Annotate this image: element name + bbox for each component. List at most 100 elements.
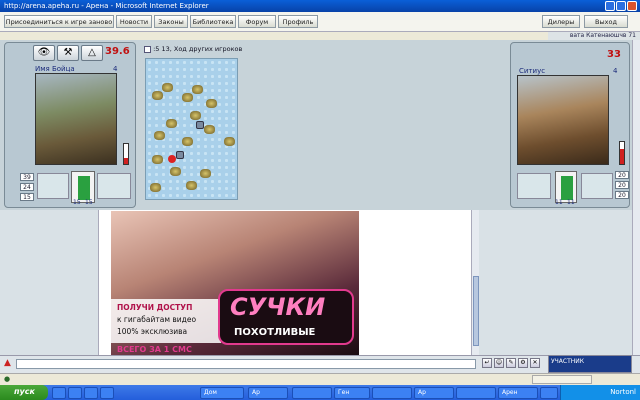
left-stat-3: 15	[20, 193, 34, 201]
nav-laws[interactable]: Законы	[154, 15, 188, 28]
chat-smile-icon[interactable]: ☺	[494, 358, 504, 368]
right-stat-3: 20	[615, 191, 629, 199]
board-icon[interactable]	[144, 45, 151, 53]
right-player-level: 4	[613, 67, 618, 75]
right-player-name[interactable]: Ситиус	[519, 67, 545, 75]
close-icon[interactable]	[627, 1, 637, 11]
nav-exit[interactable]: Выход	[584, 15, 628, 28]
rock	[182, 93, 193, 102]
site-nav: Присоединиться к игре заново Новости Зак…	[0, 12, 640, 32]
taskbar-item[interactable]: Арен	[498, 387, 538, 399]
rock	[152, 155, 163, 164]
rock	[186, 181, 197, 190]
rock	[182, 137, 193, 146]
right-stat-2: 20	[615, 181, 629, 189]
nav-rejoin[interactable]: Присоединиться к игре заново	[4, 15, 114, 28]
left-bottom-num-2: 15	[85, 199, 93, 206]
right-bottom-num-2: 11	[567, 199, 575, 206]
rock	[206, 99, 217, 108]
battle-board[interactable]	[145, 58, 238, 200]
bell-icon[interactable]: △	[81, 45, 103, 61]
ie-page-icon: ●	[4, 375, 11, 383]
left-player-level: 4	[113, 65, 118, 73]
board-header: :5 13, Ход других игроков	[144, 45, 304, 55]
tools-icon[interactable]: ⚒	[57, 45, 79, 61]
ad-bottom: ВСЕГО ЗА 1 СМС	[117, 345, 192, 354]
ad-line-2: к гигабайтам видео	[117, 315, 197, 324]
ad-logo[interactable]: СУЧКИ ПОХОТЛИВЫЕ	[218, 289, 354, 345]
right-hero-portrait	[517, 75, 609, 165]
maximize-icon[interactable]	[616, 1, 626, 11]
taskbar-item[interactable]	[68, 387, 82, 399]
rock	[224, 137, 235, 146]
nav-forum[interactable]: Форум	[238, 15, 276, 28]
rock	[192, 85, 203, 94]
left-stat-1: 39	[20, 173, 34, 181]
ad-logo-main: СУЧКИ	[230, 293, 326, 321]
taskbar-item[interactable]: Дом	[200, 387, 244, 399]
tray-text: Nortonl	[610, 388, 636, 396]
page-scrollbar[interactable]	[632, 40, 640, 355]
zone-indicator	[532, 375, 592, 384]
status-bar: ●	[0, 373, 640, 385]
minimize-icon[interactable]	[605, 1, 615, 11]
taskbar-item[interactable]: Ген	[334, 387, 370, 399]
user-line: вата Катенаюшчв 71	[548, 32, 640, 40]
left-stat-2: 24	[20, 183, 34, 191]
taskbar-item[interactable]	[100, 387, 114, 399]
left-bottom-num-1: 15	[73, 199, 81, 206]
unit-token[interactable]	[196, 121, 204, 129]
right-stat-1: 20	[615, 171, 629, 179]
left-player-name[interactable]: Имя Бойца	[35, 65, 75, 73]
chat-tool-icon[interactable]: ✎	[506, 358, 516, 368]
left-hp-bar	[123, 143, 129, 165]
right-score: 33	[607, 49, 621, 60]
chat-icon[interactable]: ▲	[4, 358, 13, 368]
window-titlebar: http://arena.apeha.ru - Арена - Microsof…	[0, 0, 640, 12]
rock	[200, 169, 211, 178]
eye-icon[interactable]: 👁	[33, 45, 55, 61]
unit-token-enemy[interactable]	[168, 155, 176, 163]
right-weapon-slot-1[interactable]	[517, 173, 551, 199]
system-tray: Nortonl	[560, 385, 640, 400]
ad-line-3: 100% эксклюзива	[117, 327, 188, 336]
taskbar-item[interactable]	[52, 387, 66, 399]
weapon-slot-axe[interactable]	[97, 173, 131, 199]
frame-scrollbar[interactable]	[471, 210, 479, 355]
chat-clear-icon[interactable]: ✕	[530, 358, 540, 368]
unit-token[interactable]	[176, 151, 184, 159]
rock	[154, 131, 165, 140]
taskbar-item[interactable]	[84, 387, 98, 399]
taskbar-item[interactable]	[540, 387, 558, 399]
start-button[interactable]: пуск	[0, 385, 48, 400]
right-weapon-slot-2[interactable]	[581, 173, 613, 199]
chat-send-icon[interactable]: ↵	[482, 358, 492, 368]
nav-profile[interactable]: Профиль	[278, 15, 318, 28]
chat-input[interactable]	[16, 359, 476, 369]
taskbar-item[interactable]	[372, 387, 412, 399]
left-hero-portrait	[35, 73, 117, 165]
left-score: 39.6	[105, 46, 130, 57]
rock	[166, 119, 177, 128]
weapon-slot-sword[interactable]	[37, 173, 69, 199]
taskbar-item[interactable]	[292, 387, 332, 399]
right-hp-bar	[619, 141, 625, 165]
footer-badge[interactable]: УЧАСТНИК	[548, 355, 632, 373]
board-header-text: :5 13, Ход других игроков	[153, 45, 243, 53]
nav-library[interactable]: Библиотека	[190, 15, 236, 28]
nav-news[interactable]: Новости	[116, 15, 152, 28]
rock	[204, 125, 215, 134]
rock	[150, 183, 161, 192]
rock	[170, 167, 181, 176]
taskbar-item[interactable]: Ар	[414, 387, 454, 399]
chat-settings-icon[interactable]: ⚙	[518, 358, 528, 368]
ad-line-1: ПОЛУЧИ ДОСТУП	[117, 303, 193, 312]
taskbar-item[interactable]: Ар	[248, 387, 288, 399]
taskbar-item[interactable]	[456, 387, 496, 399]
rock	[162, 83, 173, 92]
window-title: http://arena.apeha.ru - Арена - Microsof…	[4, 2, 209, 10]
nav-dealers[interactable]: Дилеры	[542, 15, 580, 28]
rock	[190, 111, 201, 120]
rock	[152, 91, 163, 100]
ad-logo-sub: ПОХОТЛИВЫЕ	[234, 327, 316, 338]
